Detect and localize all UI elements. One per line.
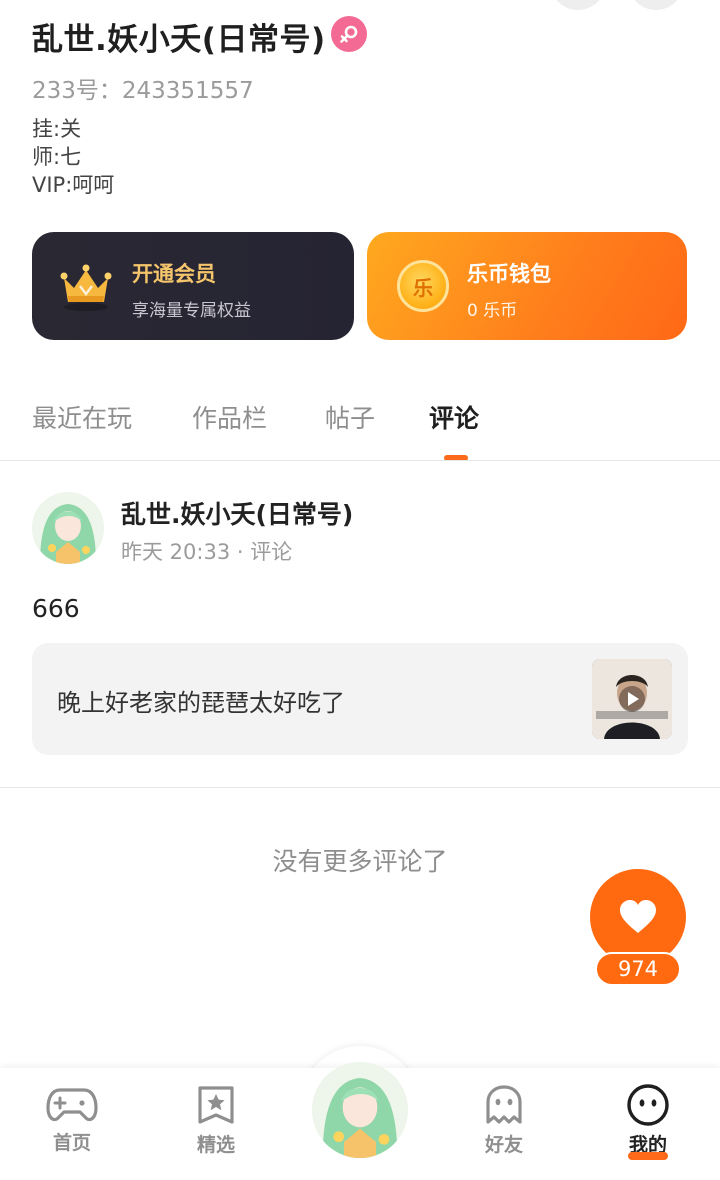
heart-icon	[620, 900, 656, 933]
bio-line: 挂:关	[32, 117, 82, 141]
nav-friends[interactable]: 好友	[454, 1084, 554, 1157]
no-more-comments: 没有更多评论了	[272, 847, 448, 876]
nav-home[interactable]: 首页	[22, 1084, 122, 1155]
coin-card-subtitle: 0 乐币	[467, 301, 518, 321]
video-thumbnail-icon[interactable]	[592, 659, 672, 739]
top-action-button-1[interactable]	[550, 0, 606, 10]
profile-name: 乱世.妖小夭(日常号)	[32, 22, 326, 58]
like-button[interactable]	[590, 869, 686, 965]
vip-card-subtitle: 享海量专属权益	[132, 301, 251, 321]
coin-wallet-card[interactable]: 乐 乐币钱包 0 乐币	[367, 232, 687, 340]
nav-home-label: 首页	[52, 1132, 91, 1154]
profile-bio: 挂:关 师:七 VIP:呵呵	[32, 115, 114, 199]
tab-posts[interactable]: 帖子	[325, 399, 375, 435]
female-icon	[331, 16, 367, 52]
avatar[interactable]	[32, 492, 104, 564]
smiley-icon	[627, 1084, 669, 1126]
top-action-button-2[interactable]	[628, 0, 684, 10]
quoted-post[interactable]: 晚上好老家的琵琶太好吃了	[32, 643, 688, 755]
comment-text: 666	[32, 594, 80, 623]
bio-line: VIP:呵呵	[32, 173, 115, 197]
star-bookmark-icon	[198, 1086, 234, 1124]
gamepad-icon	[46, 1088, 98, 1122]
user-id: 233号：243351557	[32, 78, 254, 104]
crown-icon	[60, 264, 112, 311]
tab-recent-played[interactable]: 最近在玩	[32, 399, 132, 435]
comment-meta: 昨天 20:33 · 评论	[121, 540, 293, 564]
quoted-post-text: 晚上好老家的琵琶太好吃了	[57, 689, 345, 717]
nav-me[interactable]: 我的	[598, 1084, 698, 1157]
ghost-icon	[486, 1085, 522, 1124]
nav-featured-label: 精选	[196, 1134, 235, 1156]
vip-membership-card[interactable]: 开通会员 享海量专属权益	[32, 232, 354, 340]
coin-card-title: 乐币钱包	[467, 262, 551, 286]
vip-card-title: 开通会员	[132, 262, 216, 286]
like-count: 974	[595, 952, 681, 986]
nav-featured[interactable]: 精选	[166, 1084, 266, 1157]
nav-center-avatar[interactable]	[312, 1062, 408, 1158]
coin-icon: 乐	[397, 260, 449, 312]
comment-author[interactable]: 乱世.妖小夭(日常号)	[121, 495, 353, 531]
tab-comments[interactable]: 评论	[429, 399, 479, 435]
nav-active-indicator	[628, 1152, 668, 1160]
bio-line: 师:七	[32, 145, 82, 169]
comments-divider	[0, 787, 720, 788]
tab-works[interactable]: 作品栏	[192, 399, 267, 435]
nav-friends-label: 好友	[484, 1134, 523, 1156]
tabs-divider	[0, 460, 720, 461]
